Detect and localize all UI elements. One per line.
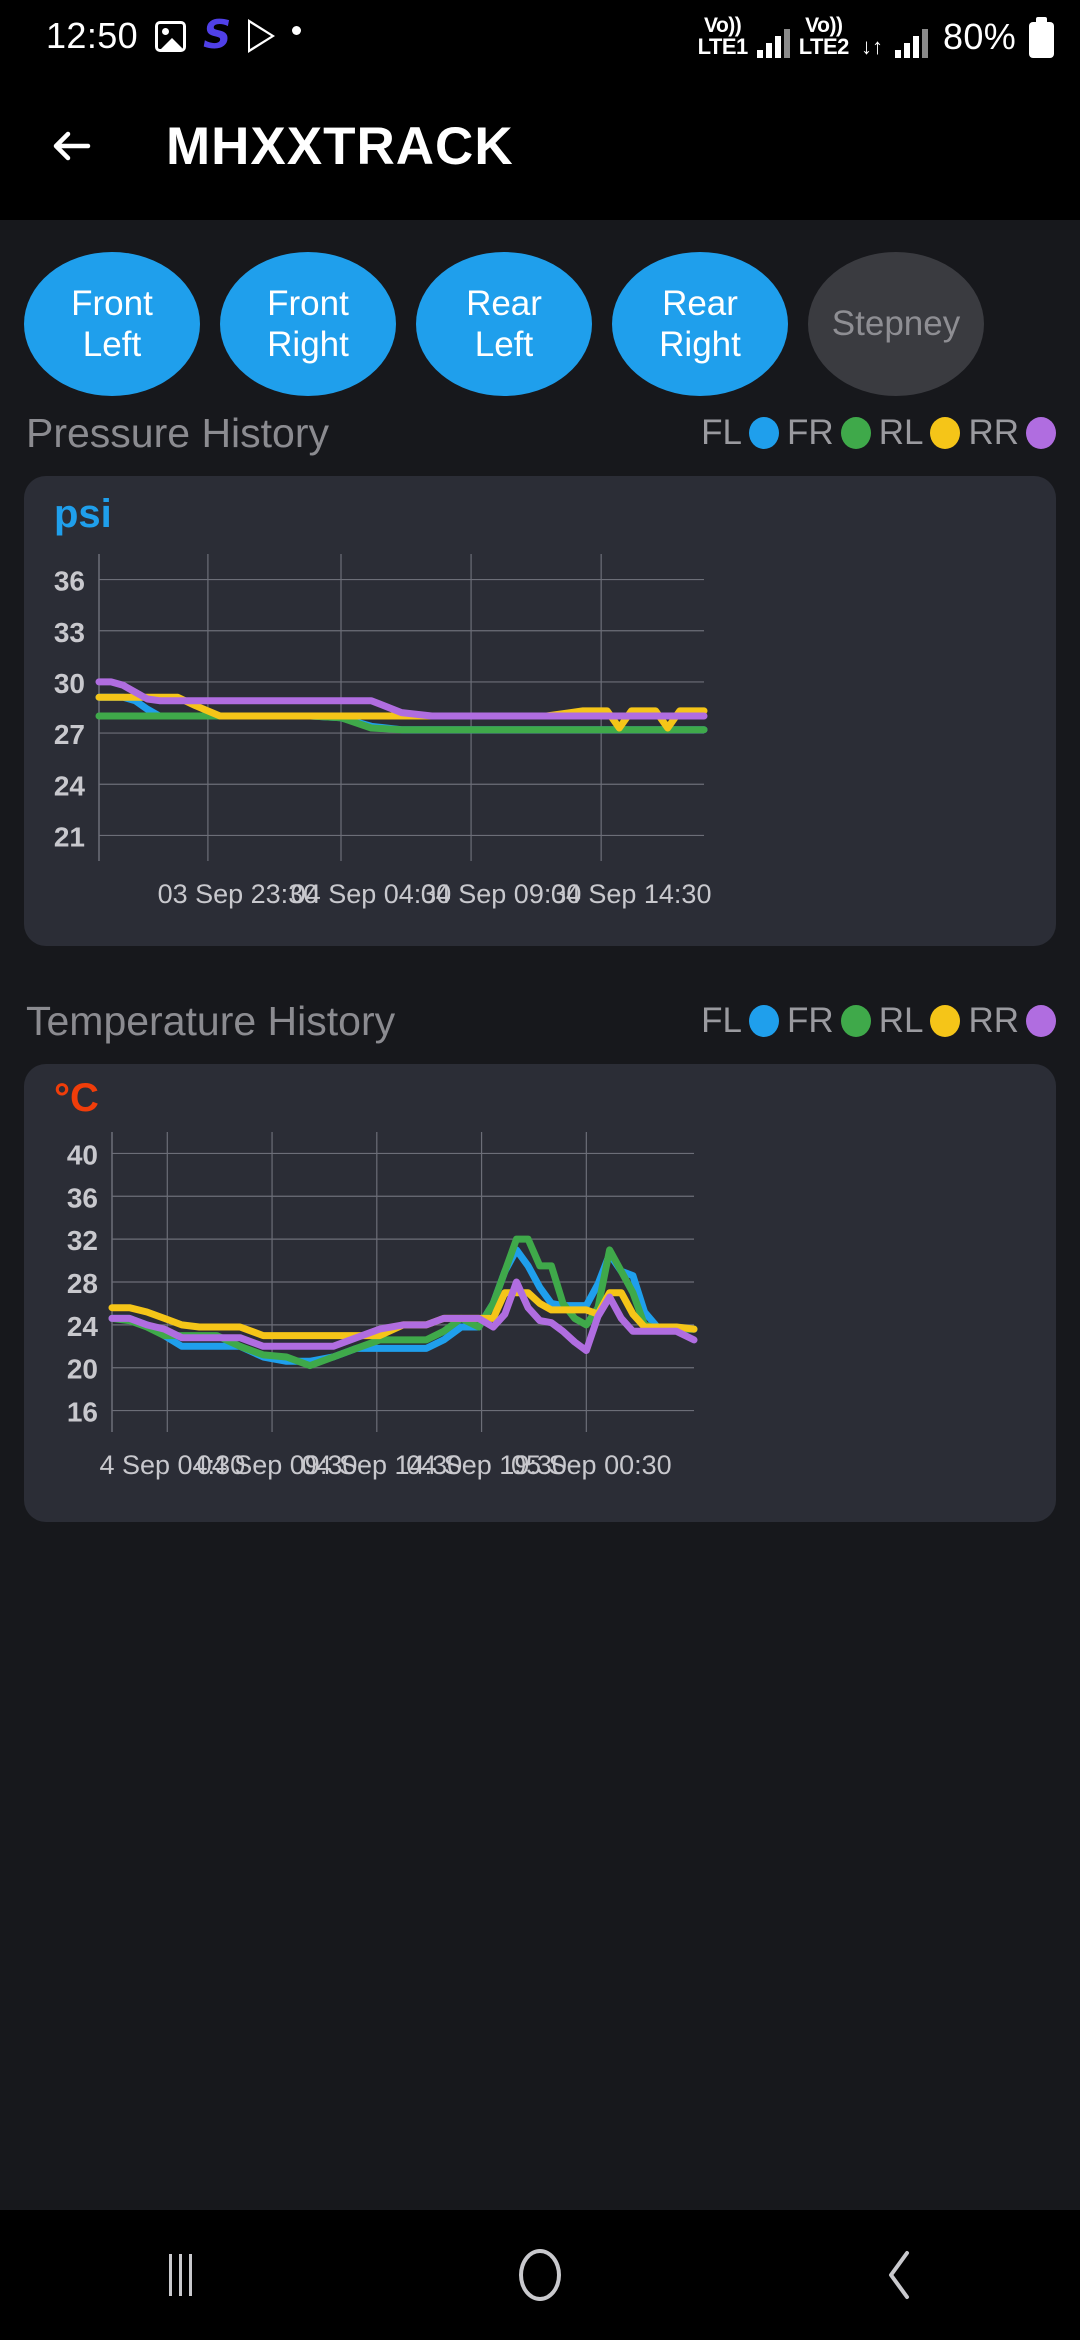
legend-label-fl: FL — [701, 413, 743, 452]
more-dot-icon — [292, 25, 302, 35]
tire-pill-label-line1: Front — [71, 283, 153, 323]
legend-item-rr: RR — [968, 413, 1056, 453]
sim2-volte-label: Vo)) — [805, 13, 843, 37]
svg-text:36: 36 — [54, 566, 85, 597]
legend-label-fl: FL — [701, 1001, 743, 1040]
recent-apps-icon — [168, 2254, 192, 2296]
legend-label-rl: RL — [878, 413, 924, 452]
svg-text:05 Sep 00:30: 05 Sep 00:30 — [511, 1450, 672, 1480]
temperature-unit-label: °C — [54, 1076, 99, 1120]
temperature-section-title: Temperature History — [26, 997, 396, 1044]
play-store-icon — [248, 19, 276, 53]
svg-text:36: 36 — [67, 1182, 98, 1213]
legend-dot-rr — [1026, 417, 1056, 449]
legend-item-fr: FR — [787, 1001, 871, 1041]
main-content: Front Left Front Right Rear Left Rear Ri… — [0, 220, 1080, 2210]
svg-text:24: 24 — [54, 770, 86, 801]
status-clock: 12:50 — [46, 15, 139, 56]
samsung-s-icon: S — [203, 13, 232, 59]
data-transfer-icon: ↓↑ — [860, 33, 883, 59]
sim2-signal-icon — [895, 28, 929, 58]
lte-data-indicator: LTE ↓↑ — [858, 19, 886, 59]
nav-home-button[interactable] — [460, 2210, 620, 2340]
pressure-chart[interactable]: 36333027242103 Sep 23:3004 Sep 04:3004 S… — [24, 476, 1056, 946]
svg-text:33: 33 — [54, 617, 85, 648]
legend-dot-rr — [1026, 1005, 1056, 1037]
tire-pill-rear-left[interactable]: Rear Left — [416, 252, 592, 396]
tire-pill-front-right[interactable]: Front Right — [220, 252, 396, 396]
tire-pill-label-line1: Rear — [662, 283, 738, 323]
legend-dot-rl — [930, 1005, 961, 1037]
back-icon — [880, 2247, 920, 2303]
sim1-signal-icon — [756, 28, 790, 58]
tire-pill-label-line1: Stepney — [831, 304, 961, 344]
svg-text:16: 16 — [67, 1397, 98, 1428]
svg-text:30: 30 — [54, 668, 85, 699]
tire-pill-label-line2: Left — [82, 325, 142, 364]
tire-pill-label-line2: Right — [267, 325, 349, 364]
tire-pill-label-line1: Front — [267, 283, 349, 323]
legend-item-fl: FL — [701, 413, 780, 453]
svg-text:27: 27 — [54, 719, 85, 750]
pressure-section-header: Pressure History FL FR RL RR — [0, 396, 1080, 470]
svg-text:21: 21 — [54, 821, 85, 852]
sim2-indicator: Vo)) LTE2 — [798, 13, 850, 59]
legend-label-rl: RL — [878, 1001, 924, 1040]
legend-dot-fl — [749, 1005, 780, 1037]
tire-pill-label-line1: Rear — [466, 283, 542, 323]
status-bar: 12:50 S Vo)) LTE1 Vo)) LTE2 LTE ↓↑ 80% — [0, 0, 1080, 72]
temperature-legend: FL FR RL RR — [701, 1001, 1056, 1041]
legend-dot-fr — [840, 417, 871, 449]
sim1-network-label: LTE1 — [697, 33, 749, 59]
tire-pill-label-line2: Right — [659, 325, 741, 364]
pressure-legend: FL FR RL RR — [701, 413, 1056, 453]
legend-item-rl: RL — [879, 1001, 961, 1041]
sim2-network-label: LTE2 — [798, 33, 850, 59]
legend-item-rl: RL — [879, 413, 961, 453]
home-icon — [519, 2249, 561, 2301]
tire-selector-row: Front Left Front Right Rear Left Rear Ri… — [0, 220, 1080, 396]
legend-item-fr: FR — [787, 413, 871, 453]
app-bar: MHXXTRACK — [0, 72, 1080, 220]
nav-recent-apps-button[interactable] — [100, 2210, 260, 2340]
photos-icon — [155, 20, 187, 52]
phone-screen: 12:50 S Vo)) LTE1 Vo)) LTE2 LTE ↓↑ 80% M… — [0, 0, 1080, 2340]
page-title: MHXXTRACK — [166, 116, 514, 176]
battery-icon — [1029, 16, 1054, 58]
legend-label-fr: FR — [787, 1001, 834, 1040]
android-nav-bar — [0, 2210, 1080, 2340]
tire-pill-front-left[interactable]: Front Left — [24, 252, 200, 396]
tire-pill-rear-right[interactable]: Rear Right — [612, 252, 788, 396]
legend-label-rr: RR — [968, 1001, 1019, 1040]
nav-back-button[interactable] — [820, 2210, 980, 2340]
svg-text:04 Sep 14:30: 04 Sep 14:30 — [551, 879, 712, 909]
pressure-chart-card[interactable]: psi 36 33 30 27 24 21 03 Sep 23:30 04 Sep 04:30… — [24, 476, 1056, 946]
svg-text:40: 40 — [67, 1139, 98, 1170]
temperature-chart-card[interactable]: °C 40 36 32 28 24 20 16 4 Sep 04:30 04 Sep 09:30… — [24, 1064, 1056, 1522]
temperature-section-header: Temperature History FL FR RL RR — [0, 984, 1080, 1058]
legend-label-fr: FR — [787, 413, 834, 452]
svg-text:20: 20 — [67, 1354, 98, 1385]
status-bar-left: 12:50 S — [46, 13, 302, 59]
tire-pill-stepney[interactable]: Stepney — [808, 252, 984, 396]
back-arrow-icon[interactable] — [44, 113, 110, 179]
legend-item-fl: FL — [701, 1001, 780, 1041]
pressure-unit-label: psi — [54, 492, 112, 536]
svg-text:32: 32 — [67, 1225, 98, 1256]
temperature-chart[interactable]: 403632282420164 Sep 04:3004 Sep 09:3004 … — [24, 1064, 1056, 1522]
svg-text:28: 28 — [67, 1268, 98, 1299]
pressure-section-title: Pressure History — [26, 409, 330, 456]
status-bar-right: Vo)) LTE1 Vo)) LTE2 LTE ↓↑ 80% — [698, 15, 1054, 58]
tire-pill-label-line2: Left — [474, 325, 534, 364]
legend-dot-fr — [840, 1005, 871, 1037]
sim1-indicator: Vo)) LTE1 — [697, 13, 749, 59]
legend-label-rr: RR — [968, 413, 1019, 452]
legend-dot-fl — [749, 417, 780, 449]
svg-text:24: 24 — [67, 1311, 99, 1342]
legend-dot-rl — [930, 417, 961, 449]
battery-percent-label: 80% — [943, 15, 1016, 57]
sim1-volte-label: Vo)) — [704, 13, 742, 37]
legend-item-rr: RR — [968, 1001, 1056, 1041]
